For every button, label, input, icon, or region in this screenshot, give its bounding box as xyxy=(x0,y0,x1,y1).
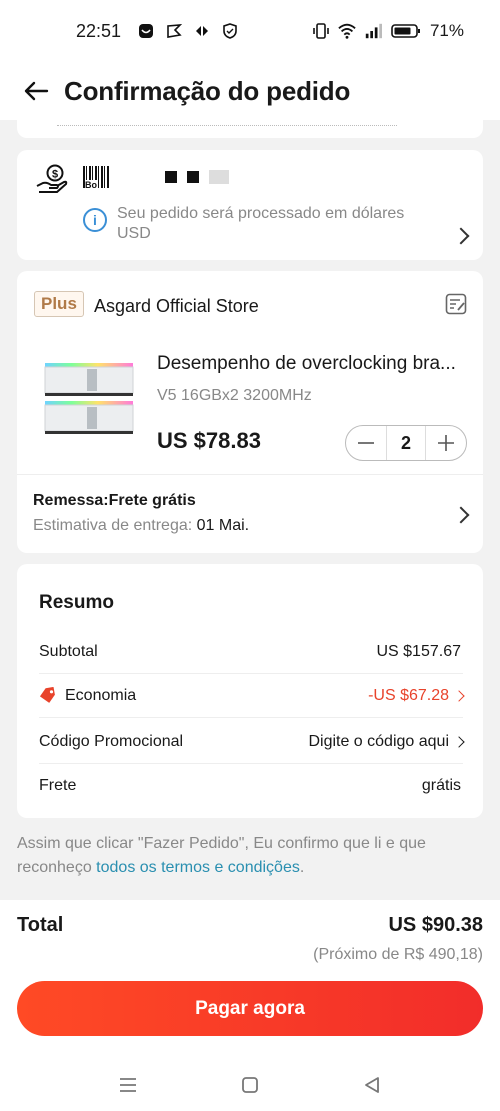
plus-icon xyxy=(438,435,454,451)
shipping-title: Remessa:Frete grátis xyxy=(33,492,196,509)
summary-label: Economia xyxy=(39,686,368,705)
carrefour-icon xyxy=(193,22,211,40)
increase-quantity-button[interactable] xyxy=(426,426,466,460)
total-value: US $90.38 xyxy=(388,914,483,936)
product-image[interactable] xyxy=(41,361,137,439)
card-logo: Bo xyxy=(83,166,109,190)
address-card-partial xyxy=(17,120,483,138)
card-brand: Bo xyxy=(83,166,229,190)
status-bar: 22:51 71% xyxy=(0,0,500,62)
summary-label: Frete xyxy=(39,777,77,794)
summary-label: Subtotal xyxy=(39,642,98,660)
masked-card-number xyxy=(165,170,229,184)
order-content[interactable]: $ Bo i Seu pedido será processado em dól… xyxy=(0,120,500,900)
store-name[interactable]: Asgard Official Store xyxy=(94,296,259,317)
minus-icon xyxy=(358,442,374,444)
summary-value: US $157.67 xyxy=(376,642,461,660)
total-label: Total xyxy=(17,914,64,936)
page-header: Confirmação do pedido xyxy=(0,62,500,120)
product-variant: V5 16GBx2 3200MHz xyxy=(157,387,312,404)
terms-link[interactable]: todos os termos e condições xyxy=(96,859,300,876)
pay-now-button[interactable]: Pagar agora xyxy=(17,981,483,1036)
wifi-icon xyxy=(338,22,356,40)
payment-hand-icon: $ xyxy=(36,164,68,193)
menu-icon xyxy=(120,1077,136,1092)
delivery-date: 01 Mai. xyxy=(196,517,250,534)
summary-label-text: Economia xyxy=(65,686,137,704)
payment-method-card[interactable]: $ Bo i Seu pedido será processado em dól… xyxy=(17,150,483,260)
product-title[interactable]: Desempenho de overclocking bra... xyxy=(157,353,463,375)
tag-icon xyxy=(39,686,55,703)
status-time: 22:51 xyxy=(76,20,122,41)
quantity-stepper: 2 xyxy=(345,425,467,461)
currency-info: i Seu pedido será processado em dólares … xyxy=(83,204,433,244)
promo-code-input[interactable]: Digite o código aqui xyxy=(308,733,465,751)
divider xyxy=(17,474,483,475)
summary-card: Resumo Subtotal US $157.67 Economia -US … xyxy=(17,564,483,818)
app-notification-icon xyxy=(137,22,155,40)
back-button[interactable] xyxy=(22,77,50,105)
summary-row-savings[interactable]: Economia -US $67.28 xyxy=(39,674,465,718)
delivery-estimate: Estimativa de entrega: 01 Mai. xyxy=(33,517,250,534)
summary-label: Código Promocional xyxy=(39,732,184,750)
home-button[interactable] xyxy=(239,1074,261,1096)
decrease-quantity-button[interactable] xyxy=(346,426,386,460)
battery-icon xyxy=(390,22,422,40)
info-icon: i xyxy=(83,208,107,232)
summary-row-shipping: Frete grátis xyxy=(39,764,463,808)
shipping-chevron-icon[interactable] xyxy=(452,506,470,524)
shield-icon xyxy=(221,22,239,40)
order-item-card: Plus Asgard Official Store Desempenho de… xyxy=(17,271,483,553)
product-price: US $78.83 xyxy=(157,428,261,453)
home-icon xyxy=(242,1076,258,1093)
flag-icon xyxy=(165,22,183,40)
recent-apps-button[interactable] xyxy=(117,1074,139,1096)
chevron-right-icon[interactable] xyxy=(452,227,470,245)
total-approx: (Próximo de R$ 490,18) xyxy=(313,946,483,963)
vibrate-icon xyxy=(312,22,330,40)
checkout-footer: Total US $90.38 (Próximo de R$ 490,18) P… xyxy=(0,900,500,1058)
page-title: Confirmação do pedido xyxy=(64,75,351,106)
summary-row-promo[interactable]: Código Promocional Digite o código aqui xyxy=(39,720,465,764)
summary-value-discount: -US $67.28 xyxy=(368,687,465,705)
terms-consent: Assim que clicar "Fazer Pedido", Eu conf… xyxy=(17,835,426,876)
system-back-button[interactable] xyxy=(361,1074,383,1096)
summary-title: Resumo xyxy=(39,592,114,613)
chevron-right-icon xyxy=(453,689,465,702)
note-edit-icon[interactable] xyxy=(445,293,467,315)
summary-value: grátis xyxy=(421,777,461,794)
quantity-value[interactable]: 2 xyxy=(386,426,426,460)
back-icon xyxy=(365,1076,379,1093)
battery-percent: 71% xyxy=(429,21,464,40)
plus-badge: Plus xyxy=(34,291,84,317)
system-nav-bar xyxy=(0,1058,500,1111)
back-arrow-icon xyxy=(24,81,49,101)
signal-icon xyxy=(364,22,382,40)
chevron-right-icon xyxy=(453,735,465,748)
svg-text:$: $ xyxy=(52,169,58,181)
currency-info-text: Seu pedido será processado em dólares US… xyxy=(117,205,405,242)
summary-row-subtotal: Subtotal US $157.67 xyxy=(39,630,463,674)
